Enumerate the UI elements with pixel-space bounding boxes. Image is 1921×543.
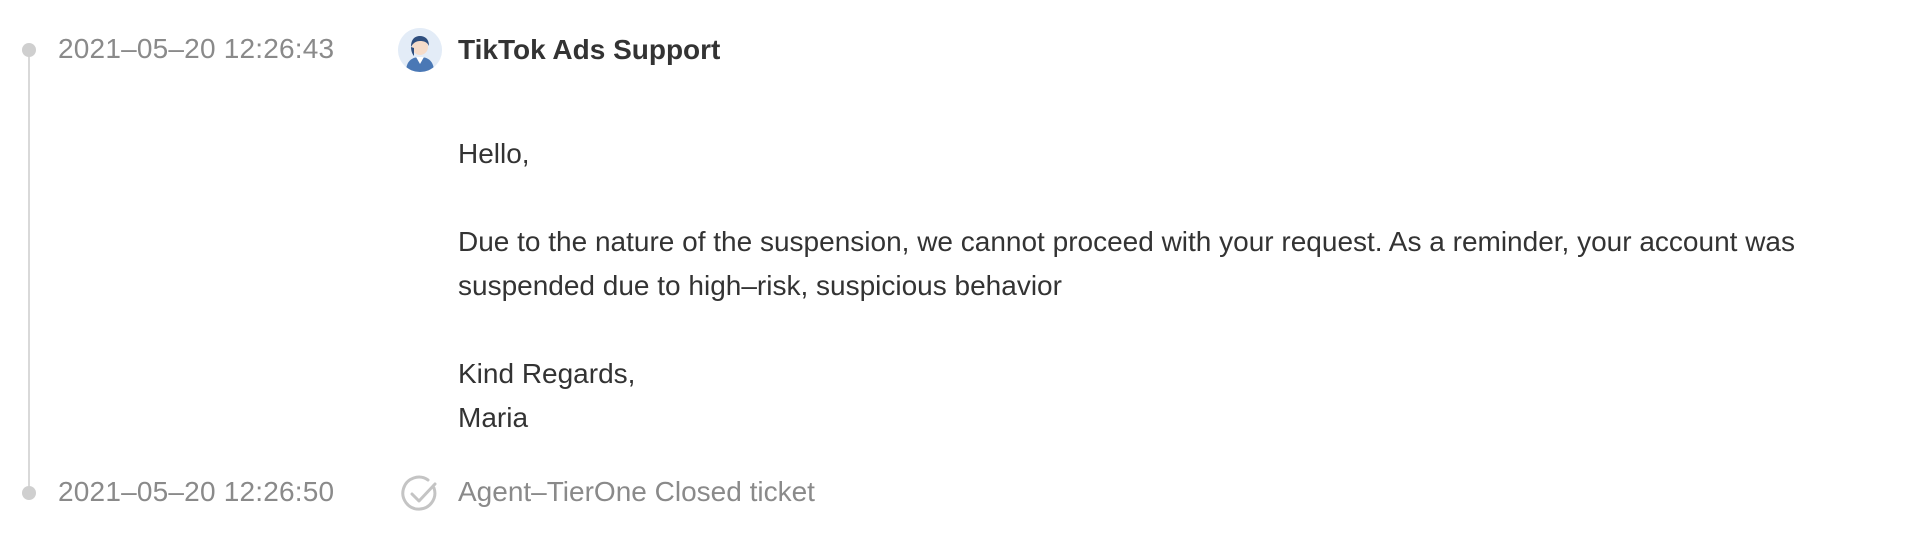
timeline-line [28, 50, 30, 494]
event-timestamp: 2021–05–20 12:26:50 [58, 476, 335, 507]
sender-name: TikTok Ads Support [458, 34, 721, 65]
message-closing: Kind Regards, [458, 358, 636, 389]
avatar-icon [398, 28, 442, 72]
message-signature: Maria [458, 402, 529, 433]
ticket-timeline: 2021–05–20 12:26:43 TikTok Ads Support H… [0, 0, 1921, 543]
timeline-dot [22, 43, 36, 57]
message-body: Hello, Due to the nature of the suspensi… [458, 132, 1878, 440]
ticket-closed-text: Agent–TierOne Closed ticket [458, 476, 815, 507]
message-text: Due to the nature of the suspension, we … [458, 226, 1795, 301]
timeline-dot [22, 486, 36, 500]
event-timestamp: 2021–05–20 12:26:43 [58, 33, 335, 64]
support-agent-avatar [398, 28, 442, 72]
message-greeting: Hello, [458, 138, 530, 169]
check-circle-icon [400, 474, 440, 514]
